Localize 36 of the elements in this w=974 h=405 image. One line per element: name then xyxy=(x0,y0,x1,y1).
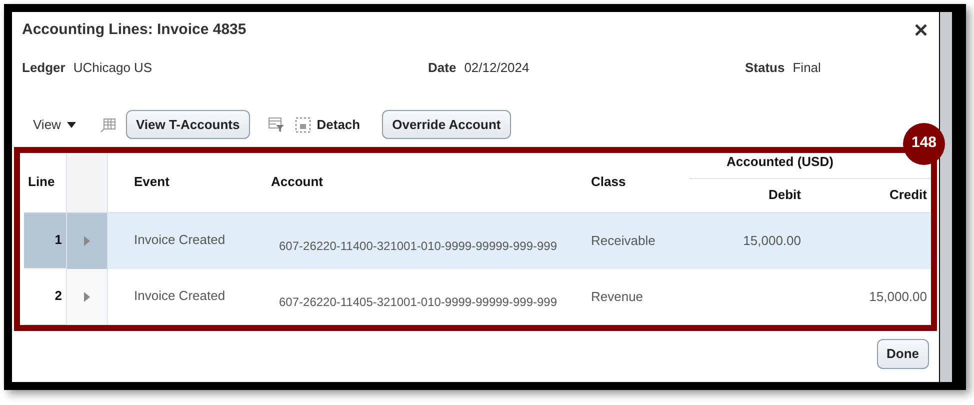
column-header: Event xyxy=(134,173,170,192)
field-label: Ledger xyxy=(22,59,66,77)
table-cell: 607-26220-11400-321001-010-9999-99999-999-999 xyxy=(263,212,585,268)
view-menu[interactable]: View xyxy=(33,114,76,134)
detach-icon xyxy=(294,116,311,132)
column-group-header: Accounted (USD) xyxy=(726,153,834,171)
expand-arrow-icon[interactable] xyxy=(84,292,90,302)
view-t-accounts-button[interactable]: View T-Accounts xyxy=(126,110,250,139)
column-header: Credit xyxy=(889,186,927,204)
scrollbar[interactable] xyxy=(940,12,952,382)
field-label: Status xyxy=(745,59,785,77)
field-value: UChicago US xyxy=(73,59,152,77)
expand-cell[interactable] xyxy=(66,268,108,324)
callout-badge: 148 xyxy=(903,122,945,164)
window-title: Accounting Lines: Invoice 4835 xyxy=(22,20,246,40)
field-label: Date xyxy=(428,59,456,77)
detach-button[interactable]: Detach xyxy=(294,114,360,134)
row-number-cell[interactable]: 2 xyxy=(24,268,66,324)
column-header: Account xyxy=(271,173,323,192)
table-icon[interactable] xyxy=(100,116,116,132)
column-header: Line xyxy=(28,173,55,192)
field-value: 02/12/2024 xyxy=(464,59,530,77)
column-header: Debit xyxy=(768,186,801,204)
table-cell: Invoice Created xyxy=(108,212,263,268)
expand-cell[interactable] xyxy=(66,212,108,268)
override-account-button[interactable]: Override Account xyxy=(382,110,511,139)
dropdown-caret-icon xyxy=(66,122,76,128)
field-value: Final xyxy=(792,59,821,77)
expand-arrow-icon[interactable] xyxy=(84,236,90,246)
done-button[interactable]: Done xyxy=(876,338,929,368)
filter-icon[interactable] xyxy=(268,116,285,132)
close-button[interactable] xyxy=(913,22,929,38)
column-header: Class xyxy=(591,173,626,192)
table-cell: 15,000.00 xyxy=(689,212,811,268)
table-cell: Receivable xyxy=(585,212,689,268)
row-number-cell[interactable]: 1 xyxy=(24,212,66,268)
